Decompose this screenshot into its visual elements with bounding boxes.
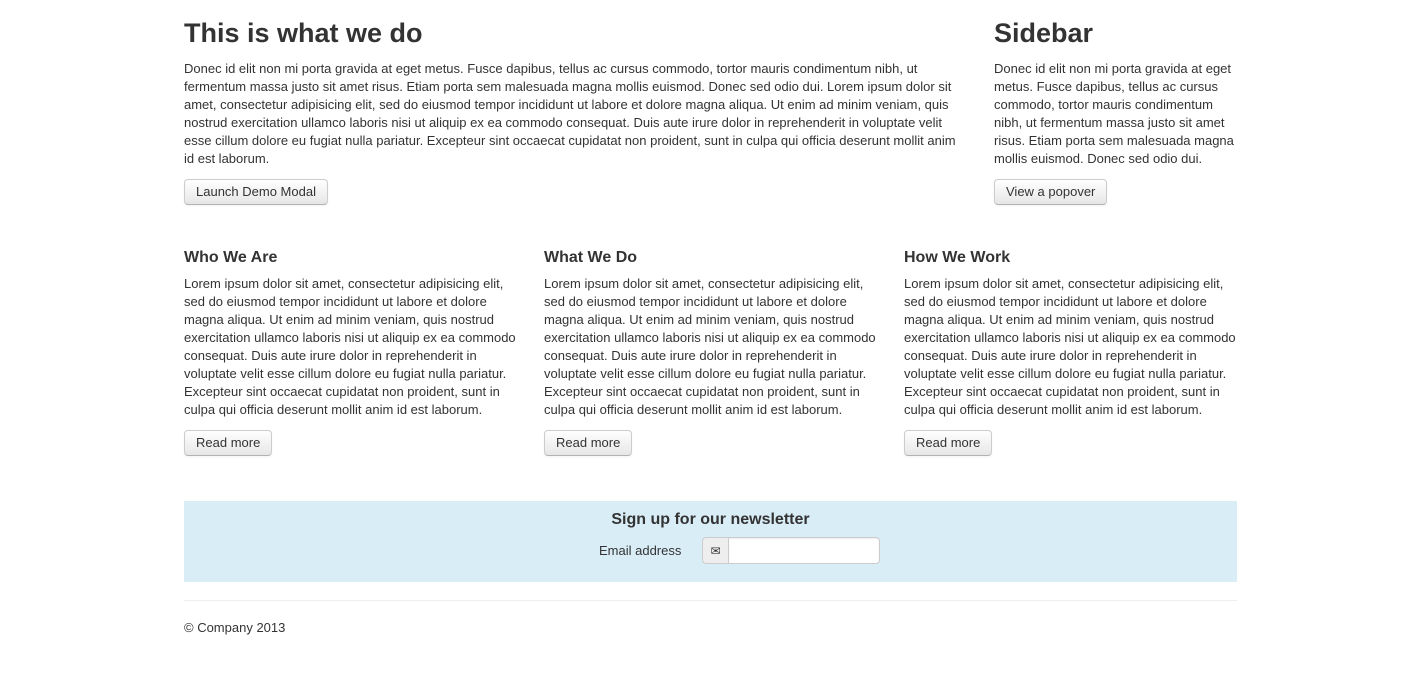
hero-title: This is what we do	[184, 18, 423, 48]
column-title: Who We Are	[184, 249, 278, 266]
column-title: How We Work	[904, 249, 1011, 266]
column-who-we-are: Who We Are Lorem ipsum dolor sit amet, c…	[184, 248, 519, 456]
view-popover-button[interactable]: View a popover	[994, 179, 1108, 205]
footer-copyright: © Company 2013	[184, 620, 286, 635]
column-what-we-do: What We Do Lorem ipsum dolor sit amet, c…	[544, 248, 879, 456]
launch-demo-modal-button[interactable]: Launch Demo Modal	[184, 179, 328, 205]
email-input-group: ✉	[702, 537, 880, 564]
envelope-icon: ✉	[702, 537, 728, 564]
column-how-we-work: How We Work Lorem ipsum dolor sit amet, …	[904, 248, 1239, 456]
read-more-button[interactable]: Read more	[184, 430, 273, 456]
column-title: What We Do	[544, 249, 638, 266]
sidebar-title: Sidebar	[994, 18, 1094, 48]
email-field[interactable]	[728, 537, 880, 564]
hero-text: Donec id elit non mi porta gravida at eg…	[184, 61, 956, 166]
email-label: Email address	[599, 543, 682, 558]
column-text: Lorem ipsum dolor sit amet, consectetur …	[184, 276, 516, 417]
column-text: Lorem ipsum dolor sit amet, consectetur …	[544, 276, 876, 417]
newsletter-title: Sign up for our newsletter	[611, 511, 810, 528]
read-more-button[interactable]: Read more	[904, 430, 993, 456]
sidebar-text: Donec id elit non mi porta gravida at eg…	[994, 61, 1234, 166]
column-text: Lorem ipsum dolor sit amet, consectetur …	[904, 276, 1236, 417]
read-more-button[interactable]: Read more	[544, 430, 633, 456]
hero-section: This is what we do Donec id elit non mi …	[184, 18, 964, 205]
sidebar-section: Sidebar Donec id elit non mi porta gravi…	[994, 18, 1244, 205]
footer-divider	[184, 600, 1237, 601]
newsletter-panel: Sign up for our newsletter Email address…	[184, 501, 1237, 582]
